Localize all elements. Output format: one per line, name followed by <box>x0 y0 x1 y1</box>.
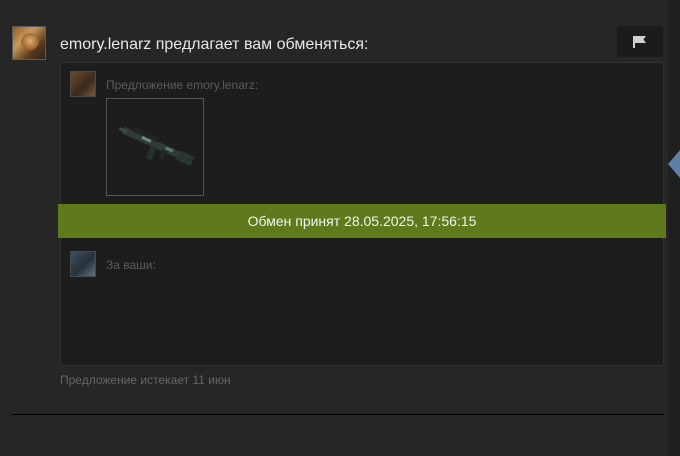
offered-item-slot[interactable] <box>106 98 204 196</box>
trade-accepted-banner: Обмен принят 28.05.2025, 17:56:15 <box>58 204 666 238</box>
arrow-left-icon[interactable] <box>668 150 680 178</box>
rifle-icon <box>118 126 195 167</box>
your-avatar[interactable] <box>70 251 96 277</box>
partner-offer-label: Предложение emory.lenarz: <box>106 78 259 92</box>
section-divider <box>12 414 664 415</box>
trade-offer-container: emory.lenarz предлагает вам обменяться: … <box>0 0 668 456</box>
partner-avatar[interactable] <box>70 71 96 97</box>
offer-header-title: emory.lenarz предлагает вам обменяться: <box>60 36 369 53</box>
offer-expiry-text: Предложение истекает 11 июн <box>60 373 231 387</box>
report-button[interactable] <box>617 26 663 57</box>
your-items-label: За ваши: <box>106 258 156 272</box>
avatar[interactable] <box>12 26 46 60</box>
flag-icon <box>633 35 646 48</box>
